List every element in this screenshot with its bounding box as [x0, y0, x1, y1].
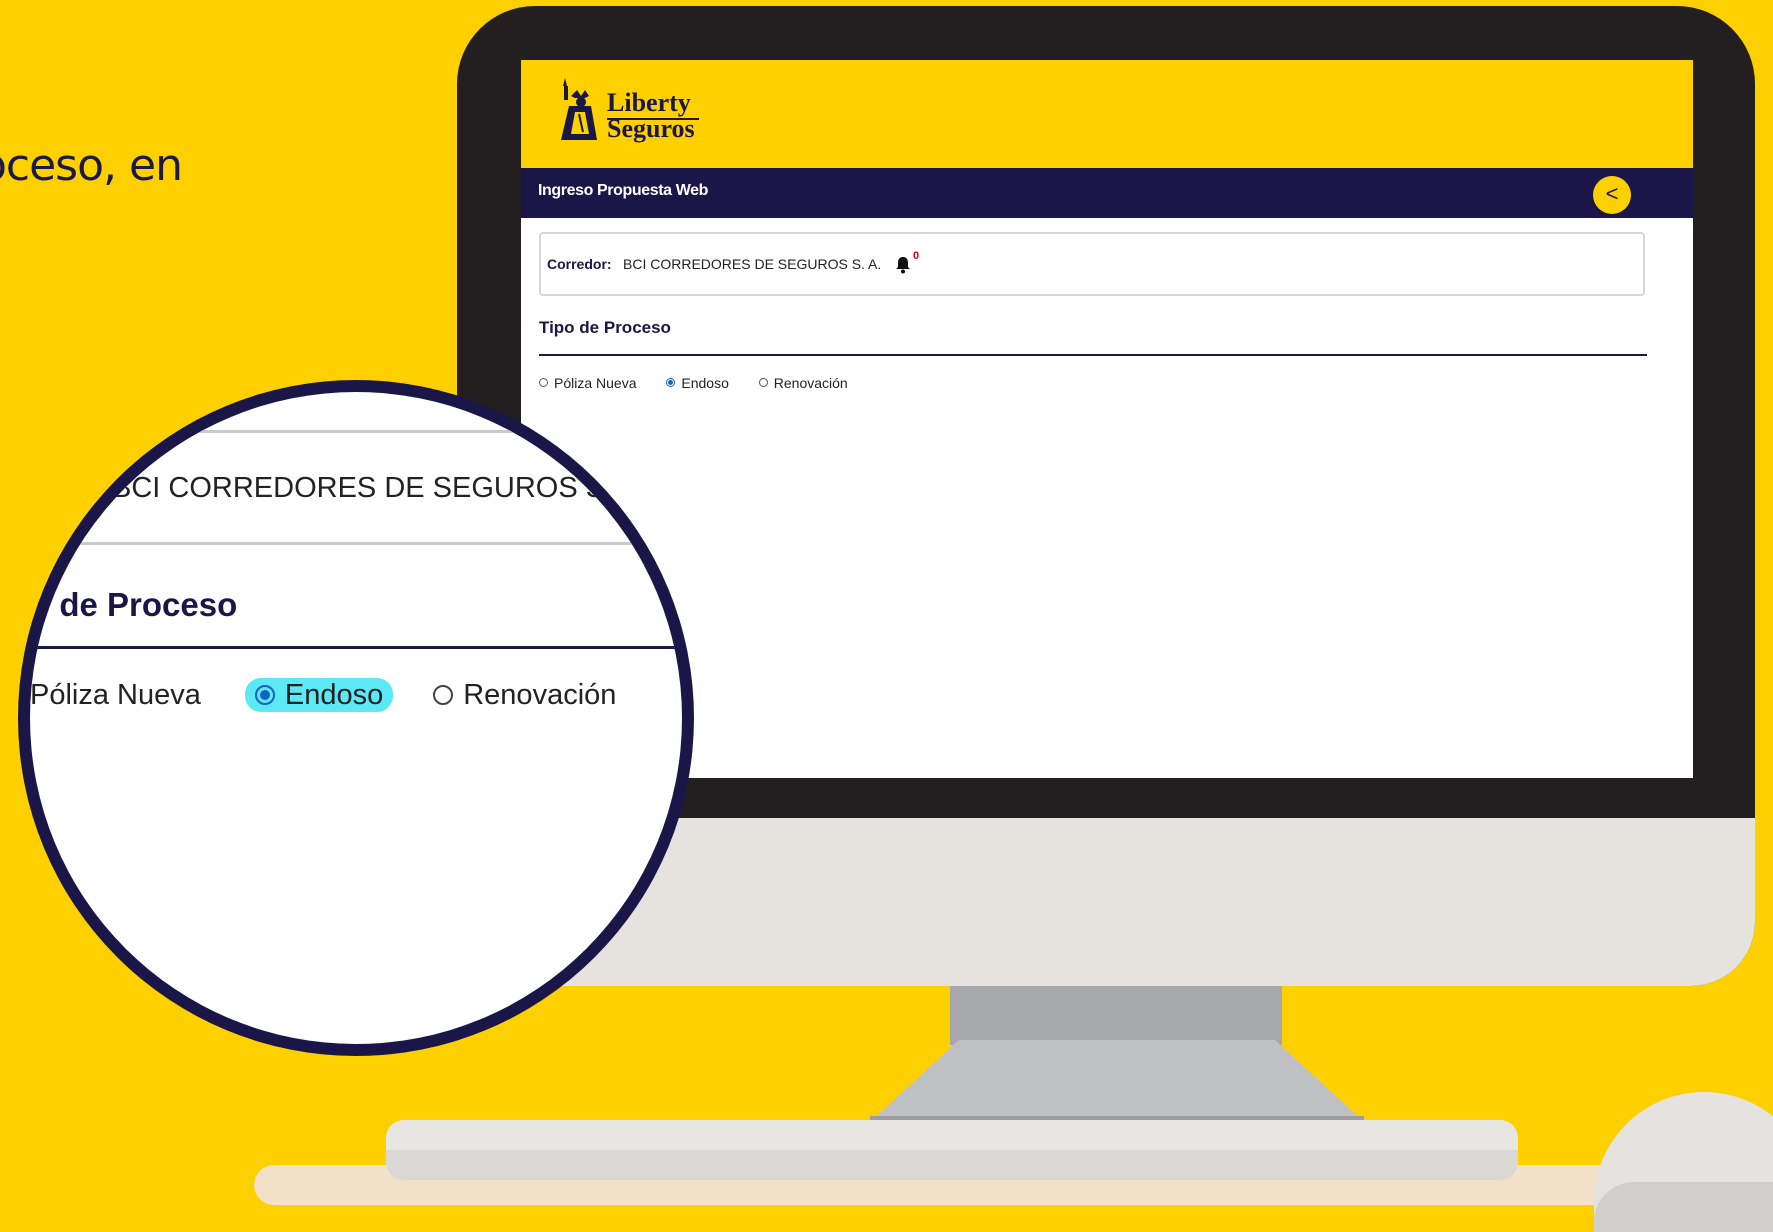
- magnifier-lens: BCI CORREDORES DE SEGUROS S o de Proceso…: [30, 392, 682, 1044]
- intro-text: oceso, en: [0, 140, 183, 191]
- radio-button[interactable]: [758, 378, 768, 387]
- bell-icon[interactable]: [895, 256, 911, 274]
- radio-button-checked[interactable]: [666, 378, 676, 387]
- page-title: Ingreso Propuesta Web: [538, 182, 709, 199]
- mouse: [1594, 1092, 1773, 1232]
- liberty-logo[interactable]: Liberty Seguros: [551, 76, 711, 156]
- zoomed-radio-group: Póliza Nueva Endoso Renovación: [30, 678, 616, 712]
- statue-of-liberty-icon: [561, 78, 597, 140]
- keyboard: [386, 1120, 1518, 1180]
- logo-underline: [607, 118, 699, 120]
- radio-endoso[interactable]: Endoso: [666, 374, 729, 391]
- broker-card: Corredor: BCI CORREDORES DE SEGUROS S. A…: [539, 232, 1645, 296]
- notification-badge: 0: [913, 250, 920, 262]
- radio-label: Póliza Nueva: [30, 678, 201, 711]
- process-type-heading: Tipo de Proceso: [539, 318, 671, 337]
- zoomed-process-heading: o de Proceso: [30, 586, 238, 623]
- radio-renovacion[interactable]: Renovación: [758, 374, 848, 391]
- navbar: Ingreso Propuesta Web <: [521, 168, 1693, 218]
- process-type-radio-group: Póliza Nueva Endoso Renovación: [539, 374, 874, 391]
- radio-label: Renovación: [463, 678, 617, 711]
- radio-button-checked[interactable]: [254, 685, 275, 705]
- zoomed-broker-value: BCI CORREDORES DE SEGUROS S: [112, 472, 606, 504]
- radio-button[interactable]: [433, 685, 454, 705]
- back-button[interactable]: <: [1593, 176, 1631, 214]
- radio-label: Renovación: [773, 374, 848, 391]
- radio-label: Póliza Nueva: [554, 374, 637, 391]
- app-screen: Liberty Seguros Ingreso Propuesta Web < …: [521, 60, 1693, 778]
- radio-label: Endoso: [284, 678, 384, 711]
- app-header: Liberty Seguros: [521, 60, 1693, 168]
- logo-wordmark: Liberty Seguros: [607, 88, 695, 143]
- broker-value: BCI CORREDORES DE SEGUROS S. A.: [623, 256, 882, 272]
- magnifier-callout: BCI CORREDORES DE SEGUROS S o de Proceso…: [18, 380, 694, 1056]
- monitor-stand-foot: [870, 1040, 1364, 1122]
- section-divider: [539, 354, 1647, 356]
- zoomed-radio-renovacion[interactable]: Renovación: [433, 679, 616, 712]
- monitor-stand-neck: [950, 985, 1282, 1045]
- zoomed-radio-poliza-nueva[interactable]: Póliza Nueva: [30, 679, 201, 712]
- radio-poliza-nueva[interactable]: Póliza Nueva: [539, 375, 637, 391]
- broker-label: Corredor:: [547, 256, 612, 272]
- radio-label: Endoso: [681, 374, 729, 391]
- radio-button[interactable]: [539, 378, 548, 387]
- zoomed-radio-endoso[interactable]: Endoso: [244, 678, 394, 712]
